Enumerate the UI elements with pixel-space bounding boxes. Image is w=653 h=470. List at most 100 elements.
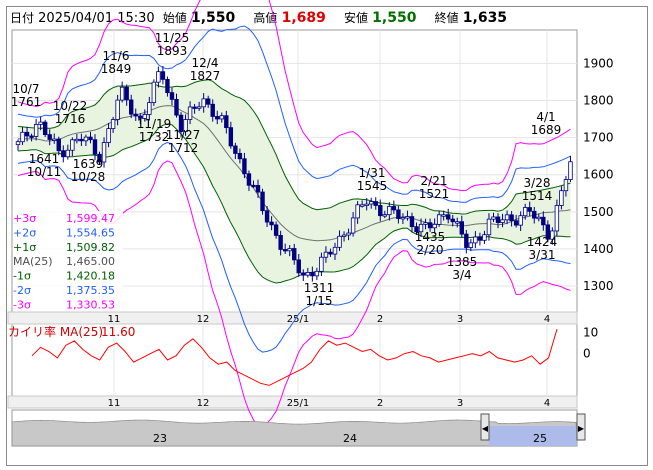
candle-down [79,138,84,142]
oscillator-legend-value: 11.60 [101,325,135,339]
candle-up [518,215,523,226]
price-axis-tick-label: 1900 [583,56,614,70]
candle-down [273,224,279,236]
candle-down [210,103,215,117]
candle-up [364,203,369,206]
candle-down [165,79,170,94]
candle-up [305,272,311,276]
candle-up [287,248,292,252]
legend-label: -3σ [13,298,31,311]
candle-down [92,139,98,155]
candle-up [20,131,25,143]
price-annotation-date: 11/6 [103,49,130,63]
candle-up [405,216,410,219]
candle-up [346,232,351,236]
navigator-left-arrow: ◀ [482,424,489,433]
price-annotation-date: 10/11 [27,165,62,179]
candle-down [228,127,234,147]
main-x-axis-tick-label: 11 [108,314,121,325]
candle-down [301,272,306,276]
candle-up [314,270,320,277]
candle-up [106,128,111,143]
legend-value: 1,420.18 [66,270,115,283]
candle-down [174,98,179,116]
price-annotation-value: 1689 [531,123,562,137]
candle-up [436,214,442,225]
price-annotation-date: 10/7 [13,82,40,96]
navigator-year-label: 23 [153,432,167,445]
candle-up [341,234,347,237]
legend-value: 1,375.35 [66,284,115,297]
main-x-axis-tick-label: 12 [197,314,210,325]
legend-label: -1σ [13,270,31,283]
candle-up [423,222,428,225]
main-x-axis-tick-label: 3 [457,314,463,325]
candle-up [52,138,57,141]
candle-down [450,218,455,223]
candle-up [15,141,21,146]
candle-up [323,251,329,258]
candle-down [373,201,378,206]
price-annotation-value: 1639 [73,157,104,171]
candle-up [455,221,460,224]
candle-down [169,92,175,100]
candle-down [133,113,138,117]
price-annotation-date: 3/4 [452,268,471,282]
candle-down [464,233,469,248]
price-annotation-value: 1827 [190,69,221,83]
oscillator-y-tick-label: 0 [583,347,591,361]
price-annotation-date: 1/15 [306,294,333,308]
candle-up [500,219,505,224]
price-axis-tick-label: 1700 [583,131,614,145]
price-annotation-date: 4/1 [536,110,555,124]
candle-up [359,204,365,207]
candle-down [532,210,537,219]
candle-up [441,214,446,217]
price-annotation-value: 1761 [11,95,42,109]
candle-up [187,106,193,120]
price-annotation-value: 1716 [55,112,86,126]
candle-up [468,242,474,248]
candle-down [495,216,501,224]
candle-down [251,184,256,188]
candle-up [38,121,43,125]
candle-up [536,216,541,220]
candle-up [369,201,374,205]
candle-down [269,221,274,226]
candle-down [29,135,34,138]
candle-down [541,216,546,226]
candle-down [509,214,514,222]
price-axis-tick-label: 1500 [583,205,614,219]
candle-up [559,190,564,206]
candle-down [160,71,166,80]
candle-up [522,207,528,217]
candle-up [432,223,437,229]
price-annotation-date: 10/28 [71,170,106,184]
candle-up [491,216,496,220]
candle-up [119,86,125,101]
candle-down [237,153,243,160]
price-annotation-date: 12/4 [192,56,219,70]
price-annotation-value: 1712 [168,141,199,155]
candle-down [205,98,211,105]
price-annotation-date: 11/25 [155,31,190,45]
candle-up [115,99,120,120]
candle-down [264,210,270,223]
candle-up [387,206,392,216]
candle-up [473,236,478,244]
candle-up [332,246,338,255]
price-axis-tick-label: 1300 [583,279,614,293]
candle-down [278,235,283,250]
oscillator-x-axis-tick-label: 11 [108,398,121,409]
candle-down [88,136,93,141]
stock-chart-svg: 190018001700160015001400130011 12 25/1 2 3 41… [7,0,614,447]
candle-down [282,249,288,252]
oscillator-x-axis-tick-label: 12 [197,398,210,409]
candle-up [147,102,152,115]
candle-up [337,235,342,248]
candle-down [215,116,220,120]
candle-up [70,139,75,151]
candle-up [156,71,161,83]
candle-down [124,86,129,101]
price-annotation-value: 1311 [304,281,335,295]
